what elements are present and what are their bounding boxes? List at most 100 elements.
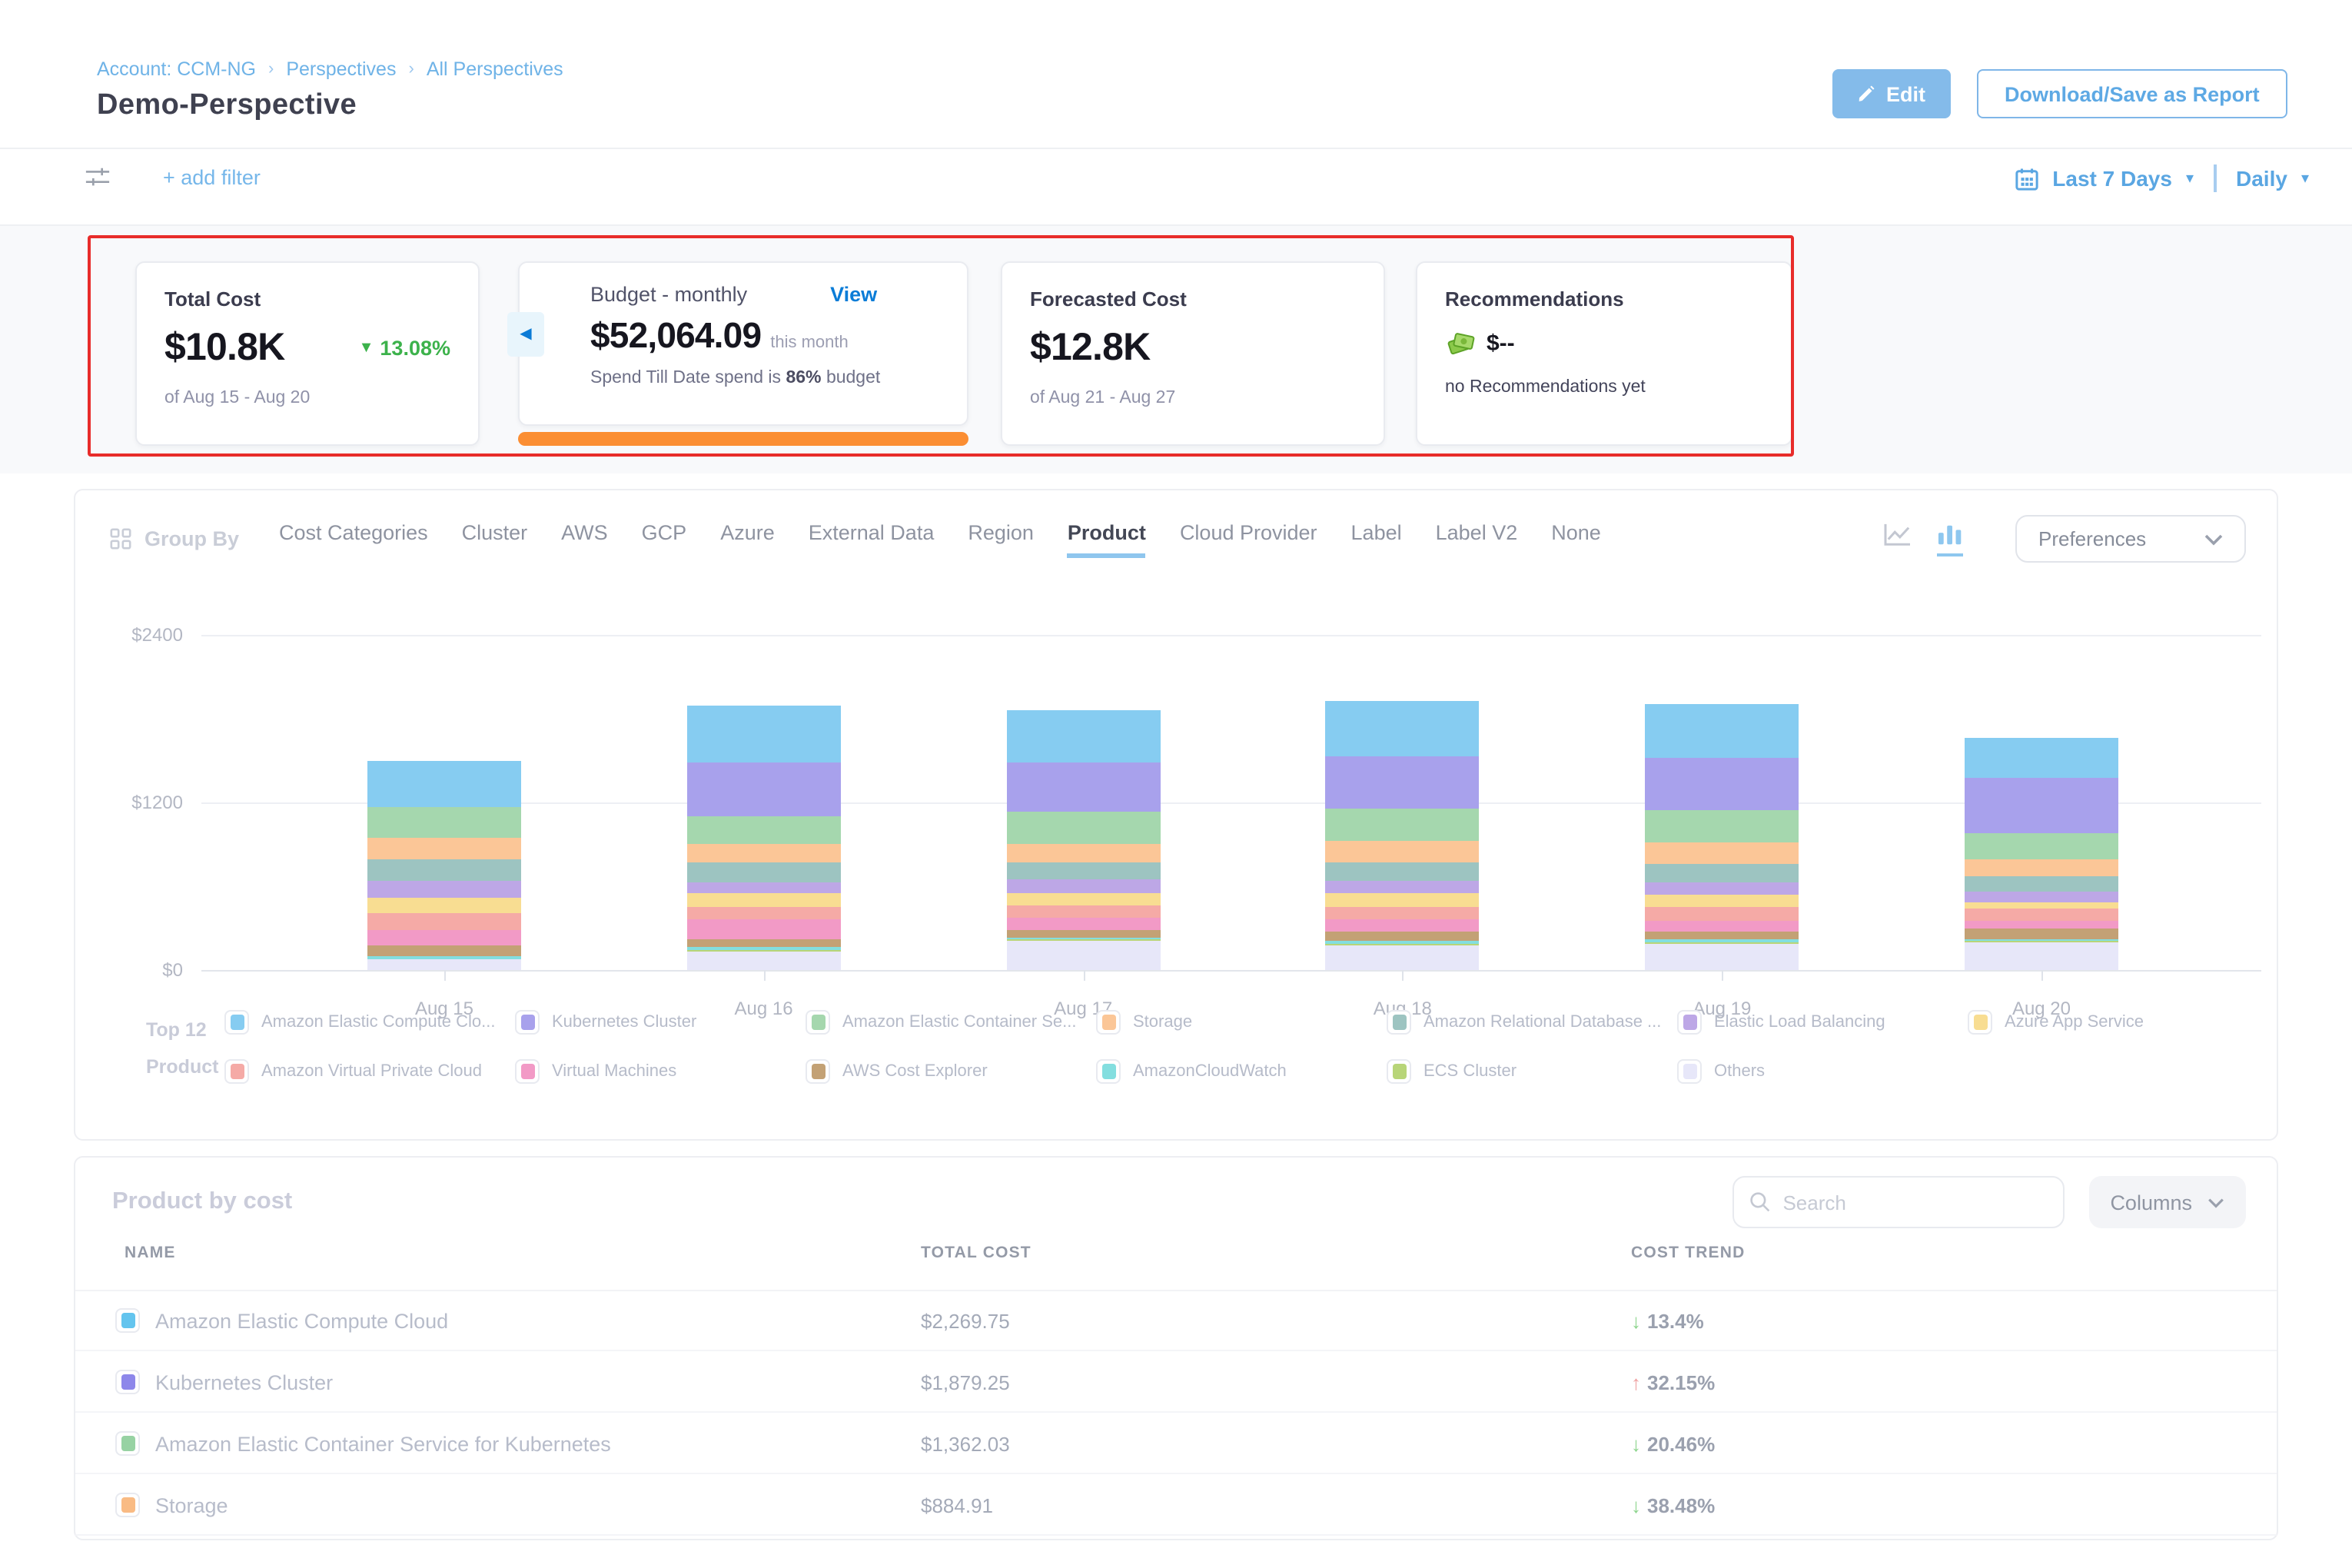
tab-cloud-provider[interactable]: Cloud Provider (1180, 520, 1317, 557)
legend-item-aws-cost-explorer[interactable]: AWS Cost Explorer (806, 1059, 1096, 1084)
legend-item-virtual-machines[interactable]: Virtual Machines (515, 1059, 806, 1084)
add-filter-button[interactable]: + add filter (163, 166, 261, 189)
edit-button[interactable]: Edit (1832, 69, 1950, 118)
table-row-amazon-elastic-compute-cloud[interactable]: Amazon Elastic Compute Cloud$2,269.75↓13… (75, 1290, 2277, 1351)
x-axis-tick (1403, 970, 1404, 981)
search-box (1732, 1176, 2064, 1228)
bar-segment-aws-cost-explorer (1326, 932, 1480, 941)
bar-segment-amazon-elastic-container-se (687, 816, 841, 844)
chevron-down-icon (2204, 533, 2223, 545)
tab-aws[interactable]: AWS (561, 520, 608, 557)
stacked-bar-aug-17[interactable] (1006, 709, 1160, 970)
breadcrumb-all-perspectives[interactable]: All Perspectives (427, 58, 563, 80)
legend-item-amazon-virtual-private-cloud[interactable]: Amazon Virtual Private Cloud (224, 1059, 515, 1084)
legend-label: Kubernetes Cluster (552, 1013, 696, 1031)
bar-segment-amazon-elastic-compute-clo (1326, 701, 1480, 756)
legend-item-elastic-load-balancing[interactable]: Elastic Load Balancing (1677, 1010, 1968, 1035)
legend-swatch (1677, 1059, 1702, 1084)
legend-label: Virtual Machines (552, 1062, 676, 1081)
time-range-selector[interactable]: Last 7 Days (2052, 166, 2172, 191)
bar-segment-amazon-virtual-private-cloud (1326, 906, 1480, 919)
row-swatch (115, 1370, 140, 1394)
legend-item-ecs-cluster[interactable]: ECS Cluster (1387, 1059, 1677, 1084)
bar-chart-icon[interactable] (1937, 522, 1963, 556)
bar-segment-elastic-load-balancing (1645, 882, 1799, 895)
tab-azure[interactable]: Azure (720, 520, 775, 557)
tab-label[interactable]: Label (1351, 520, 1402, 557)
column-header-trend[interactable]: COST TREND (1631, 1244, 1746, 1262)
bar-segment-storage (1006, 845, 1160, 863)
bar-segment-kubernetes-cluster (1006, 762, 1160, 812)
column-header-cost[interactable]: TOTAL COST (921, 1244, 1031, 1262)
legend-item-azure-app-service[interactable]: Azure App Service (1968, 1010, 2258, 1035)
arrow-down-icon: ↓ (1631, 1432, 1641, 1455)
tab-cluster[interactable]: Cluster (462, 520, 528, 557)
preferences-button[interactable]: Preferences (2015, 515, 2246, 563)
tab-cost-categories[interactable]: Cost Categories (279, 520, 428, 557)
legend-item-others[interactable]: Others (1677, 1059, 1968, 1084)
chevron-right-icon: › (268, 60, 274, 78)
tab-region[interactable]: Region (968, 520, 1034, 557)
tab-product[interactable]: Product (1068, 520, 1146, 557)
recommendations-card: Recommendations $-- no Recommendations y… (1416, 261, 1792, 446)
chart-legend: Top 12 Product Amazon Elastic Compute Cl… (146, 1010, 2258, 1086)
download-save-report-button[interactable]: Download/Save as Report (1977, 69, 2287, 118)
tab-label-v2[interactable]: Label V2 (1436, 520, 1518, 557)
breadcrumb-account[interactable]: Account: CCM-NG (97, 58, 256, 80)
search-input[interactable] (1782, 1191, 2028, 1214)
grid-icon (109, 527, 132, 550)
breadcrumb-perspectives[interactable]: Perspectives (286, 58, 396, 80)
table-row-amazon-elastic-container-service-for-kubernetes[interactable]: Amazon Elastic Container Service for Kub… (75, 1413, 2277, 1474)
granularity-selector[interactable]: Daily (2236, 166, 2287, 191)
filter-sliders-icon[interactable] (85, 164, 111, 191)
bar-segment-amazon-relational-database (687, 863, 841, 882)
columns-button[interactable]: Columns (2088, 1176, 2246, 1228)
legend-swatch (806, 1010, 830, 1035)
bar-segment-virtual-machines (1645, 920, 1799, 932)
bar-segment-amazon-virtual-private-cloud (1965, 909, 2118, 921)
line-chart-icon[interactable] (1883, 522, 1912, 556)
bar-segment-storage (687, 844, 841, 863)
stacked-bar-aug-20[interactable] (1965, 738, 2118, 970)
bar-segment-amazon-virtual-private-cloud (687, 906, 841, 919)
legend-item-amazon-relational-database[interactable]: Amazon Relational Database ... (1387, 1010, 1677, 1035)
bar-segment-others (367, 959, 521, 970)
edit-button-label: Edit (1886, 82, 1925, 105)
legend-item-storage[interactable]: Storage (1096, 1010, 1387, 1035)
forecasted-cost-period: of Aug 21 - Aug 27 (1030, 389, 1356, 407)
x-axis-tick (764, 970, 766, 981)
chevron-down-icon: ▾ (2301, 170, 2309, 187)
legend-label: Elastic Load Balancing (1714, 1013, 1885, 1031)
legend-item-amazoncloudwatch[interactable]: AmazonCloudWatch (1096, 1059, 1387, 1084)
legend-item-amazon-elastic-compute-clo[interactable]: Amazon Elastic Compute Clo... (224, 1010, 515, 1035)
bar-segment-others (687, 952, 841, 970)
column-header-name[interactable]: NAME (125, 1244, 176, 1262)
bar-segment-storage (1645, 843, 1799, 864)
stacked-bar-aug-15[interactable] (367, 760, 521, 970)
tab-gcp[interactable]: GCP (642, 520, 687, 557)
tab-none[interactable]: None (1551, 520, 1601, 557)
table-row-kubernetes-cluster[interactable]: Kubernetes Cluster$1,879.25↑32.15% (75, 1351, 2277, 1413)
collapse-left-icon[interactable]: ◀ (507, 312, 544, 357)
stacked-bar-aug-16[interactable] (687, 706, 841, 970)
budget-label: Budget - monthly (590, 283, 747, 306)
bar-segment-amazon-elastic-container-se (1006, 812, 1160, 845)
legend-item-amazon-elastic-container-se[interactable]: Amazon Elastic Container Se... (806, 1010, 1096, 1035)
legend-label: Amazon Elastic Compute Clo... (261, 1013, 495, 1031)
bar-segment-elastic-load-balancing (1326, 881, 1480, 893)
budget-view-link[interactable]: View (830, 283, 877, 306)
row-total-cost: $1,879.25 (921, 1351, 1010, 1413)
table-row-storage[interactable]: Storage$884.91↓38.48% (75, 1474, 2277, 1536)
stacked-bar-aug-18[interactable] (1326, 701, 1480, 970)
breadcrumb: Account: CCM-NG › Perspectives › All Per… (97, 58, 563, 80)
tab-external-data[interactable]: External Data (809, 520, 935, 557)
bar-segment-aws-cost-explorer (687, 940, 841, 948)
x-axis-tick (444, 970, 446, 981)
legend-item-kubernetes-cluster[interactable]: Kubernetes Cluster (515, 1010, 806, 1035)
legend-swatch (1677, 1010, 1702, 1035)
bar-segment-azure-app-service (687, 894, 841, 906)
stacked-bar-aug-19[interactable] (1645, 703, 1799, 970)
budget-value: $52,064.09 (590, 315, 761, 357)
legend-label: Storage (1133, 1013, 1192, 1031)
forecasted-cost-label: Forecasted Cost (1030, 287, 1356, 311)
